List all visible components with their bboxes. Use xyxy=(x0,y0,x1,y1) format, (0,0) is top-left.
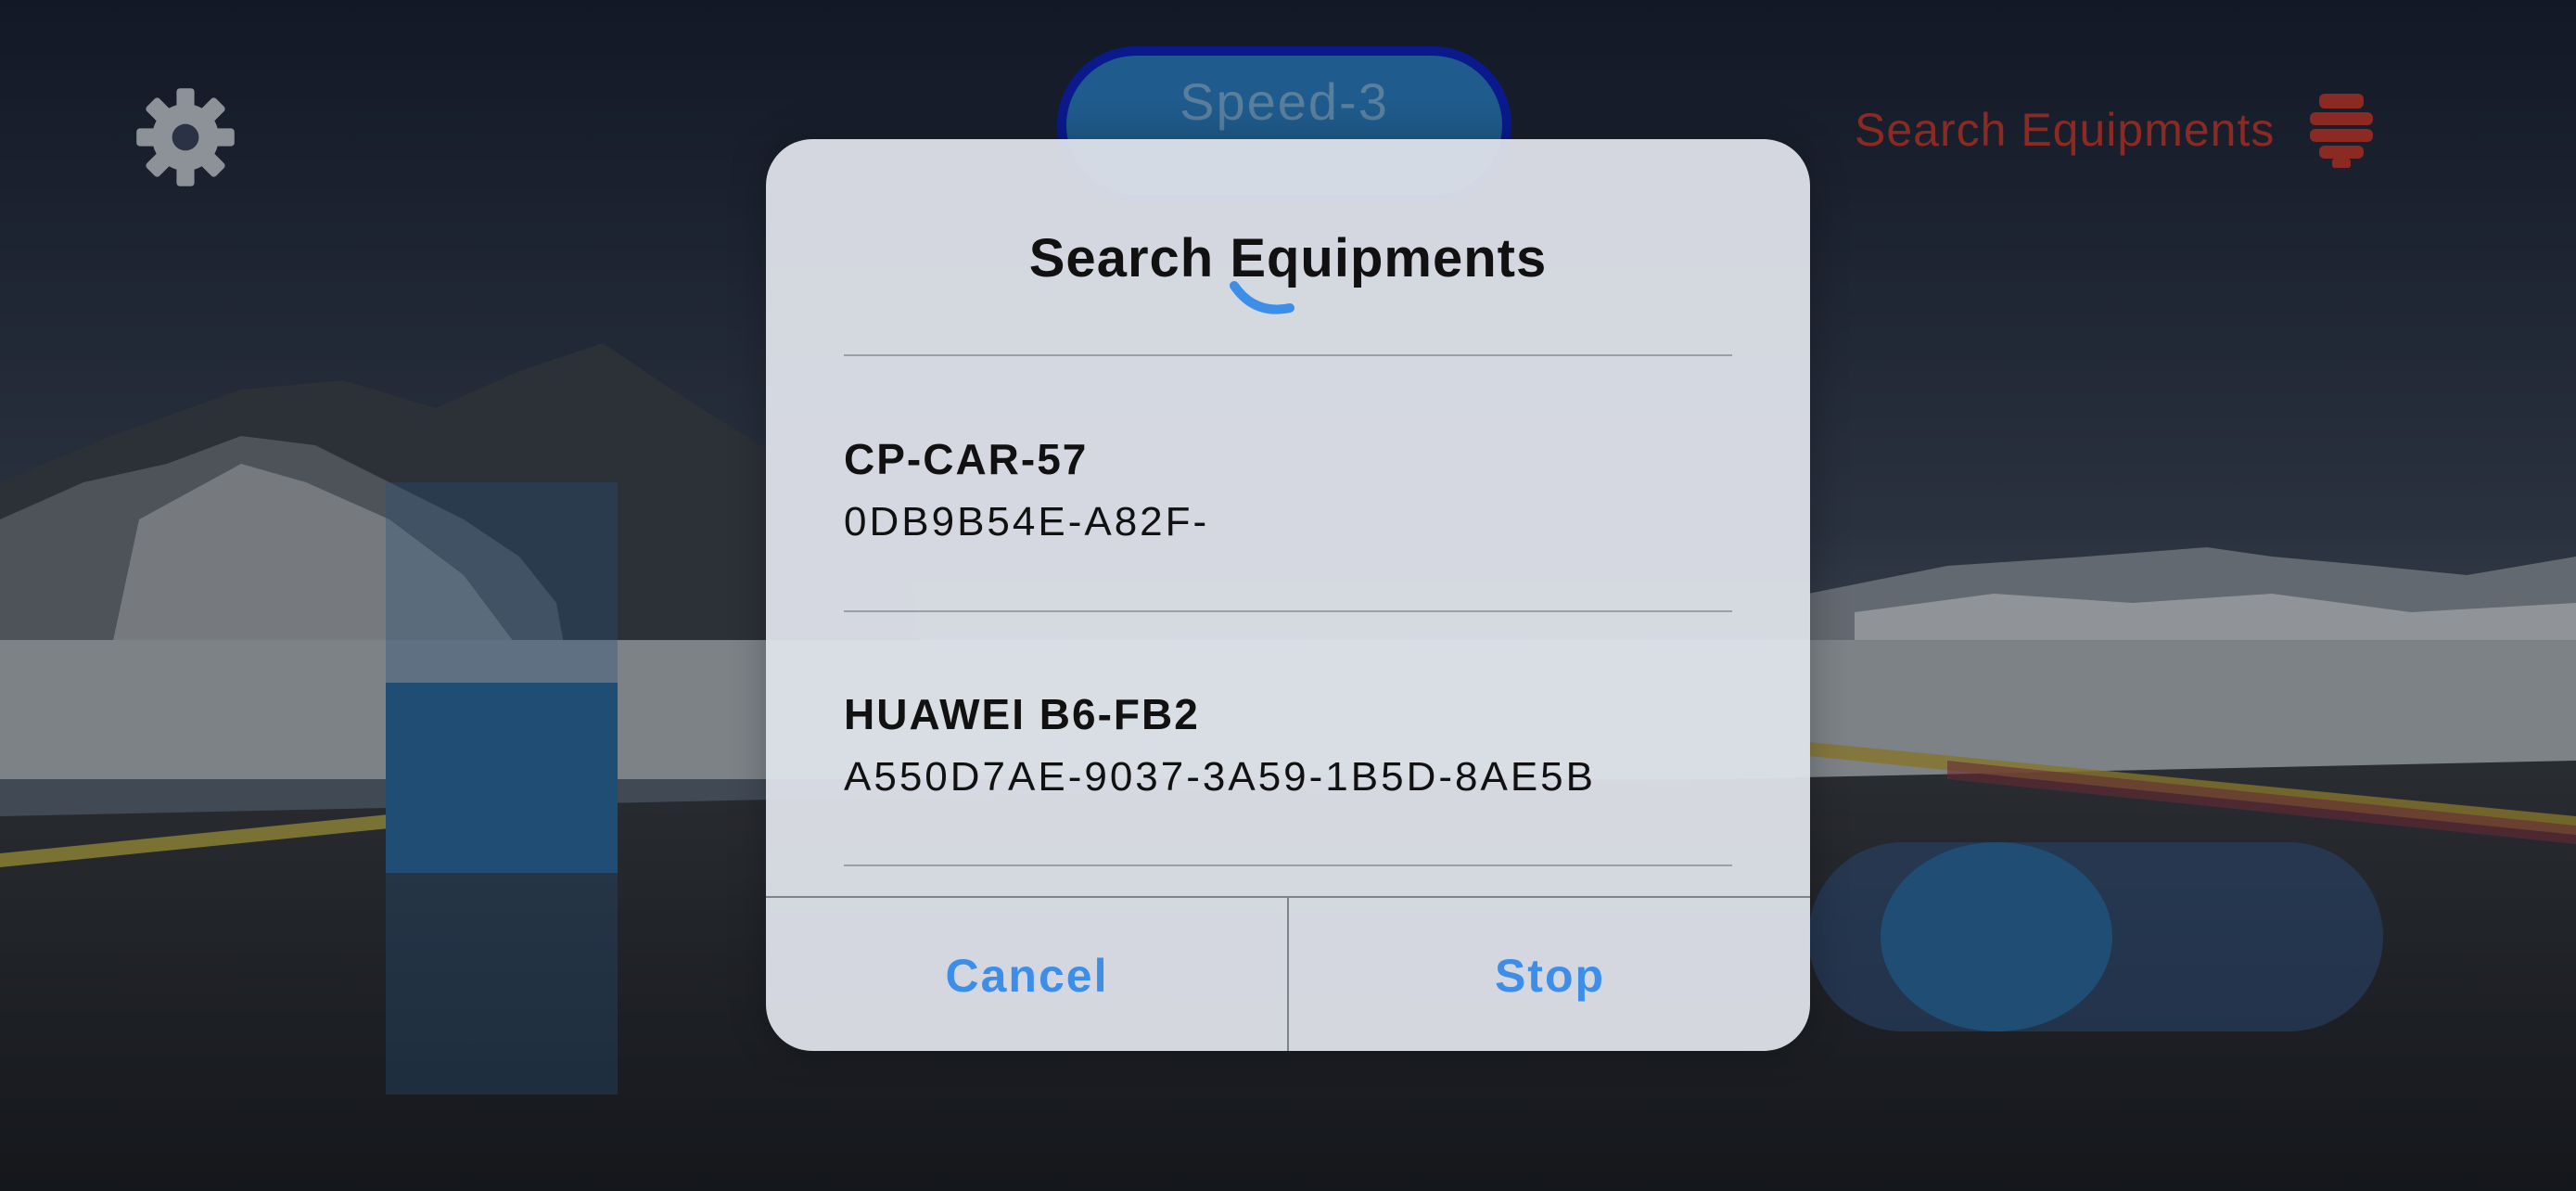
loading-spinner-icon xyxy=(1230,281,1294,314)
device-item-huawei-b6-fb2[interactable]: HUAWEI B6-FB2 A550D7AE-9037-3A59-1B5D-8A… xyxy=(844,689,1596,800)
steering-knob[interactable] xyxy=(1881,842,2112,1031)
cancel-button[interactable]: Cancel xyxy=(766,898,1288,1051)
search-equipments-button[interactable]: Search Equipments xyxy=(1855,93,2375,168)
device-icon xyxy=(2310,94,2374,168)
divider xyxy=(844,610,1732,612)
divider xyxy=(844,864,1732,866)
throttle-handle[interactable] xyxy=(386,683,618,873)
device-name: HUAWEI B6-FB2 xyxy=(844,690,1200,738)
stop-button[interactable]: Stop xyxy=(1289,898,1810,1051)
device-name: CP-CAR-57 xyxy=(844,435,1089,483)
search-equipments-label: Search Equipments xyxy=(1855,104,2276,156)
device-id: A550D7AE-9037-3A59-1B5D-8AE5B xyxy=(844,754,1597,800)
dialog-button-bar: Cancel Stop xyxy=(766,896,1810,1051)
divider xyxy=(844,354,1732,356)
device-item-cp-car-57[interactable]: CP-CAR-57 0DB9B54E-A82F- xyxy=(844,434,1209,545)
search-equipments-dialog: Search Equipments CP-CAR-57 0DB9B54E-A82… xyxy=(766,139,1810,1051)
gear-icon[interactable] xyxy=(130,82,241,193)
device-id: 0DB9B54E-A82F- xyxy=(844,499,1210,544)
